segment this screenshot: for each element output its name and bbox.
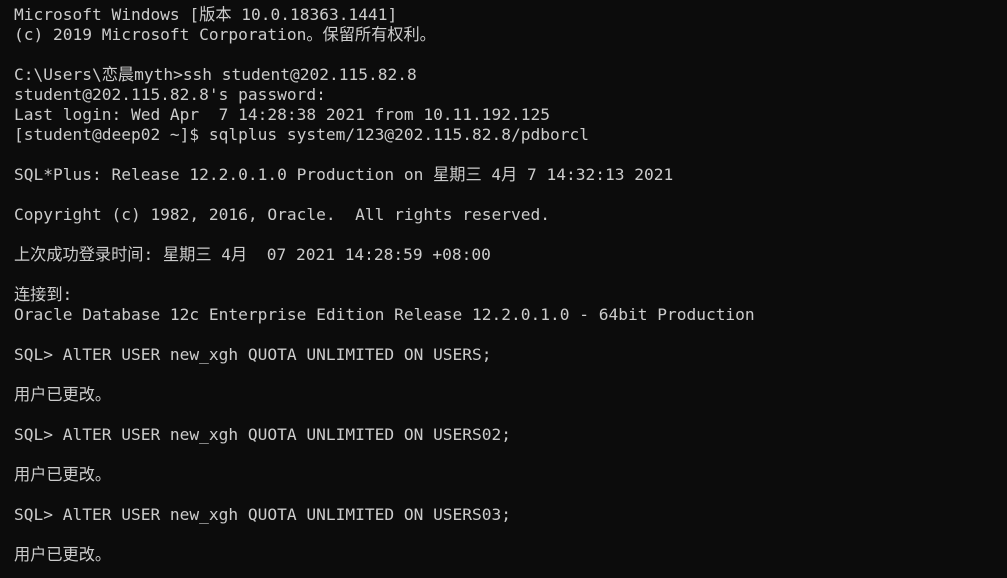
- terminal-line: SQL> AlTER USER new_xgh QUOTA UNLIMITED …: [14, 425, 512, 444]
- terminal-line: 用户已更改。: [14, 545, 112, 564]
- terminal-line: Last login: Wed Apr 7 14:28:38 2021 from…: [14, 105, 551, 124]
- terminal-line: (c) 2019 Microsoft Corporation。保留所有权利。: [14, 25, 436, 44]
- terminal-line: Copyright (c) 1982, 2016, Oracle. All ri…: [14, 205, 551, 224]
- terminal-line: Oracle Database 12c Enterprise Edition R…: [14, 305, 755, 324]
- terminal-line: SQL*Plus: Release 12.2.0.1.0 Production …: [14, 165, 674, 184]
- terminal-line: 用户已更改。: [14, 385, 112, 404]
- terminal-line: SQL> AlTER USER new_xgh QUOTA UNLIMITED …: [14, 345, 492, 364]
- terminal-line: 连接到:: [14, 285, 73, 304]
- terminal-line: SQL> AlTER USER new_xgh QUOTA UNLIMITED …: [14, 505, 512, 524]
- terminal-line: Microsoft Windows [版本 10.0.18363.1441]: [14, 5, 398, 24]
- screen: Microsoft Windows [版本 10.0.18363.1441] (…: [0, 0, 1007, 578]
- terminal-line: 用户已更改。: [14, 465, 112, 484]
- terminal-line: C:\Users\恋晨myth>ssh student@202.115.82.8: [14, 65, 417, 84]
- terminal-line: student@202.115.82.8's password:: [14, 85, 326, 104]
- terminal-line: 上次成功登录时间: 星期三 4月 07 2021 14:28:59 +08:00: [14, 245, 491, 264]
- terminal-line: [student@deep02 ~]$ sqlplus system/123@2…: [14, 125, 589, 144]
- terminal-window[interactable]: Microsoft Windows [版本 10.0.18363.1441] (…: [0, 0, 1007, 578]
